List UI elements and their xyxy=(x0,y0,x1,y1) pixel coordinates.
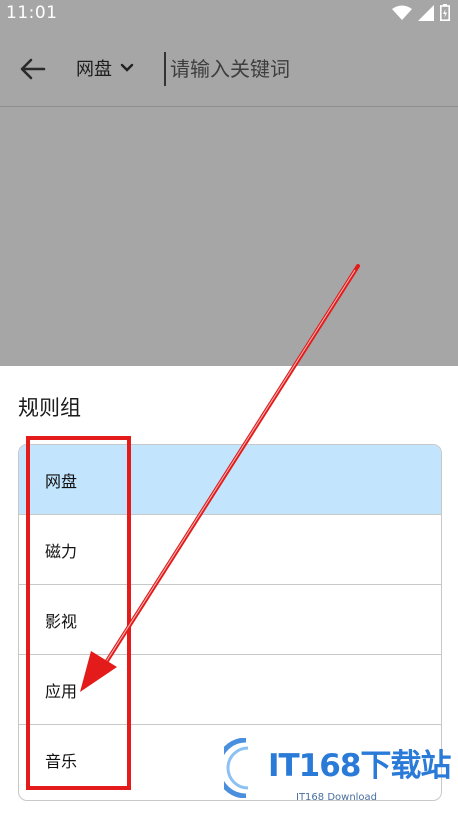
sheet-title: 规则组 xyxy=(18,396,81,420)
it168-watermark: IT168下载站 IT168 Download xyxy=(224,734,456,810)
search-toolbar: 网盘 xyxy=(0,28,458,107)
signal-icon xyxy=(418,4,434,21)
back-arrow-icon[interactable] xyxy=(16,52,50,86)
it168-logo-icon xyxy=(224,738,249,798)
status-bar: 11:01 xyxy=(0,0,458,28)
group-item-apps[interactable]: 应用 xyxy=(19,655,441,725)
status-icons xyxy=(392,4,450,21)
category-label: 网盘 xyxy=(76,59,112,80)
search-input[interactable] xyxy=(164,52,440,86)
watermark-subtitle: IT168 Download xyxy=(296,792,378,803)
battery-icon xyxy=(440,4,450,21)
chevron-down-icon xyxy=(120,63,134,72)
status-time: 11:01 xyxy=(6,3,58,23)
group-item-video[interactable]: 影视 xyxy=(19,585,441,655)
group-item-magnet[interactable]: 磁力 xyxy=(19,515,441,585)
group-item-netdisk[interactable]: 网盘 xyxy=(19,445,441,515)
category-dropdown[interactable]: 网盘 xyxy=(76,55,134,81)
wifi-icon xyxy=(392,5,412,20)
watermark-title: IT168下载站 xyxy=(268,748,451,784)
